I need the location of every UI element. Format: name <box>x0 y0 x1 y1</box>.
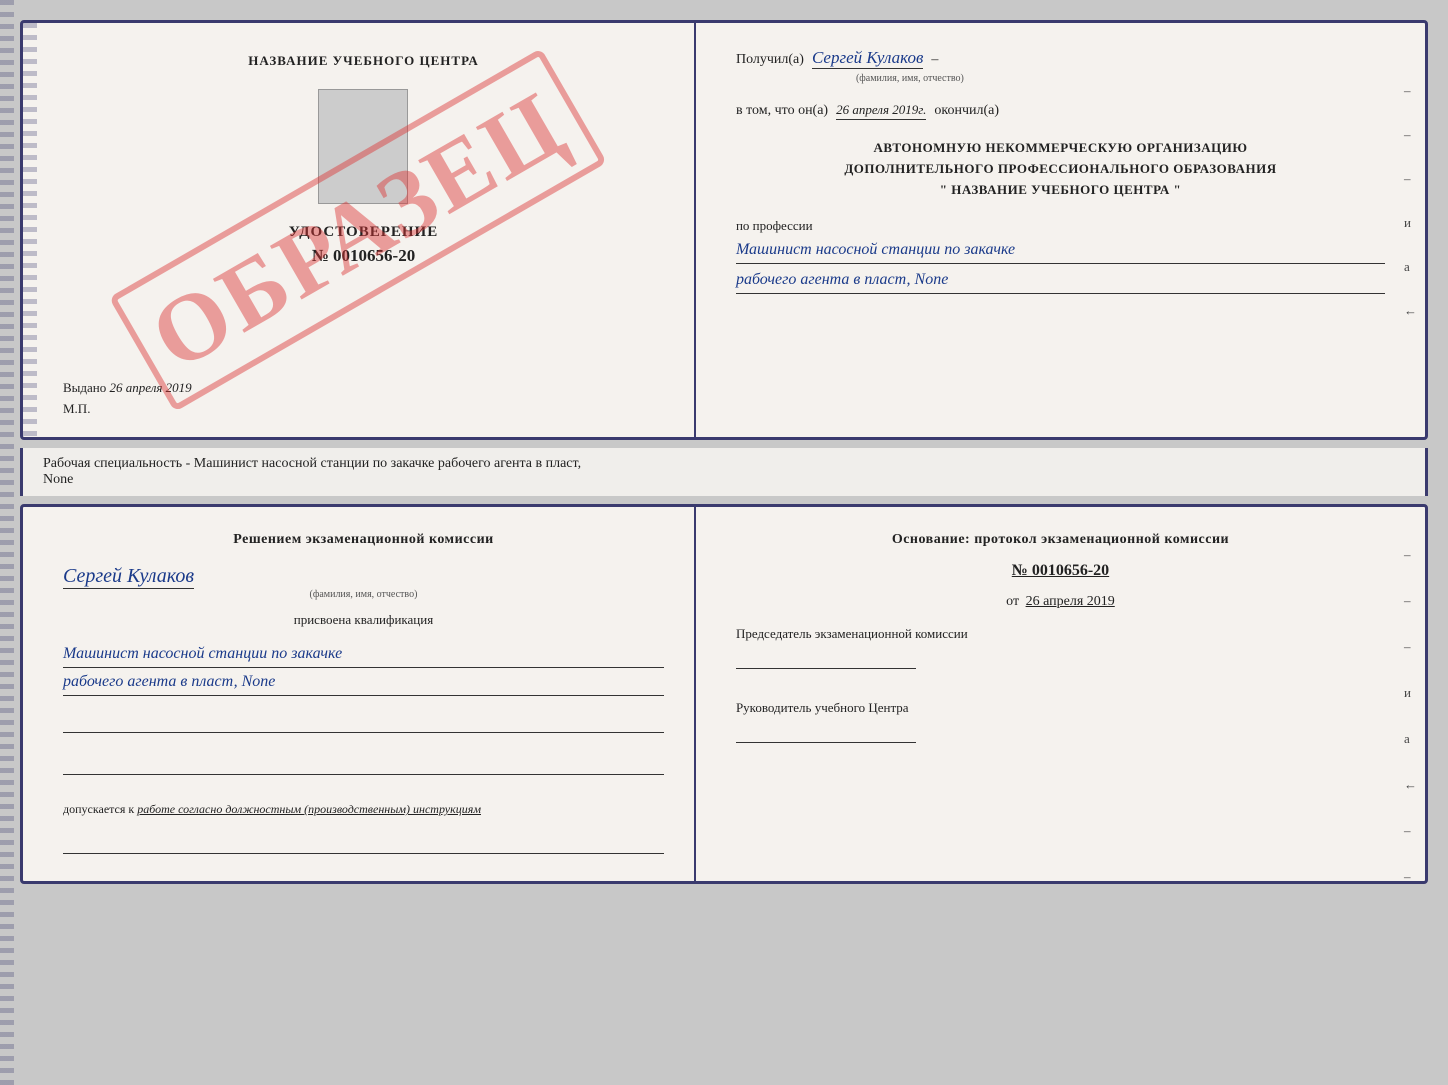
profession-section: по профессии Машинист насосной станции п… <box>736 218 1385 293</box>
profession-label: по профессии <box>736 218 813 233</box>
org-line3: " НАЗВАНИЕ УЧЕБНОГО ЦЕНТРА " <box>736 180 1385 201</box>
chairman-section: Председатель экзаменационной комиссии <box>736 624 1385 669</box>
date-section: в том, что он(а) 26 апреля 2019г. окончи… <box>736 102 1385 120</box>
photo-placeholder <box>318 89 408 204</box>
doc-right-panel: Получил(а) Сергей Кулаков – (фамилия, им… <box>696 23 1425 437</box>
doc-left-panel: НАЗВАНИЕ УЧЕБНОГО ЦЕНТРА ОБРАЗЕЦ УДОСТОВ… <box>23 23 696 437</box>
dash-separator: – <box>931 52 938 68</box>
director-signature-line <box>736 727 916 743</box>
separator-text-line2: None <box>43 472 1405 488</box>
left-border-decoration <box>23 23 37 437</box>
protocol-date-prefix: от <box>1006 594 1019 609</box>
org-line2: ДОПОЛНИТЕЛЬНОГО ПРОФЕССИОНАЛЬНОГО ОБРАЗО… <box>736 159 1385 180</box>
person-name-section: Сергей Кулаков (фамилия, имя, отчество) <box>63 560 664 600</box>
separator-text-line1: Рабочая специальность - Машинист насосно… <box>43 456 1405 472</box>
protocol-date: 26 апреля 2019 <box>1026 594 1115 609</box>
cert-number: № 0010656-20 <box>312 246 416 266</box>
protocol-number: № 0010656-20 <box>736 562 1385 580</box>
director-label: Руководитель учебного Центра <box>736 698 1385 719</box>
issued-date: 26 апреля 2019 <box>110 380 192 395</box>
mp-label: М.П. <box>63 401 90 417</box>
empty-underline-1 <box>63 713 664 733</box>
doc-bottom-right-panel: Основание: протокол экзаменационной коми… <box>696 507 1425 881</box>
side-dashes-top: – – – и а ← <box>1404 83 1417 319</box>
received-name: Сергей Кулаков <box>812 48 923 69</box>
name-hint-top: (фамилия, имя, отчество) <box>856 73 1385 84</box>
person-name-large: Сергей Кулаков <box>63 565 194 589</box>
received-label: Получил(а) <box>736 52 804 68</box>
qualification-line1: Машинист насосной станции по закачке <box>63 640 664 668</box>
date-label: в том, что он(а) <box>736 103 828 119</box>
chairman-label: Председатель экзаменационной комиссии <box>736 624 1385 645</box>
doc-bottom-left-panel: Решением экзаменационной комиссии Сергей… <box>23 507 696 881</box>
org-line1: АВТОНОМНУЮ НЕКОММЕРЧЕСКУЮ ОРГАНИЗАЦИЮ <box>736 138 1385 159</box>
received-section: Получил(а) Сергей Кулаков – <box>736 48 1385 69</box>
profession-line2: рабочего агента в пласт, None <box>736 267 1385 294</box>
protocol-date-section: от 26 апреля 2019 <box>736 594 1385 610</box>
qualification-line2: рабочего агента в пласт, None <box>63 668 664 696</box>
commission-title: Решением экзаменационной комиссии <box>63 532 664 548</box>
profession-line1: Машинист насосной станции по закачке <box>736 237 1385 264</box>
finished-label: окончил(а) <box>934 103 999 119</box>
school-name-title: НАЗВАНИЕ УЧЕБНОГО ЦЕНТРА <box>248 53 479 69</box>
director-section: Руководитель учебного Центра <box>736 698 1385 743</box>
empty-underline-3 <box>63 834 664 854</box>
issued-line: Выдано 26 апреля 2019 <box>63 360 664 396</box>
name-hint-bottom: (фамилия, имя, отчество) <box>63 589 664 600</box>
chairman-signature-line <box>736 653 916 669</box>
qualification-values: Машинист насосной станции по закачке раб… <box>63 640 664 696</box>
org-block: АВТОНОМНУЮ НЕКОММЕРЧЕСКУЮ ОРГАНИЗАЦИЮ ДО… <box>736 138 1385 200</box>
допускается-label: допускается к <box>63 802 134 816</box>
допускается-value: работе согласно должностным (производств… <box>137 802 481 816</box>
empty-underline-2 <box>63 755 664 775</box>
date-value: 26 апреля 2019г. <box>836 102 926 120</box>
qualification-label: присвоена квалификация <box>63 612 664 628</box>
issued-label: Выдано <box>63 380 106 395</box>
page-wrapper: НАЗВАНИЕ УЧЕБНОГО ЦЕНТРА ОБРАЗЕЦ УДОСТОВ… <box>20 20 1428 884</box>
separator-section: Рабочая специальность - Машинист насосно… <box>20 448 1428 496</box>
osnov-title: Основание: протокол экзаменационной коми… <box>736 532 1385 548</box>
top-document: НАЗВАНИЕ УЧЕБНОГО ЦЕНТРА ОБРАЗЕЦ УДОСТОВ… <box>20 20 1428 440</box>
side-dashes-bottom: – – – и а ← – – <box>1404 547 1417 884</box>
bottom-document: Решением экзаменационной комиссии Сергей… <box>20 504 1428 884</box>
допускается-section: допускается к работе согласно должностны… <box>63 802 664 817</box>
cert-title: УДОСТОВЕРЕНИЕ <box>289 224 439 241</box>
